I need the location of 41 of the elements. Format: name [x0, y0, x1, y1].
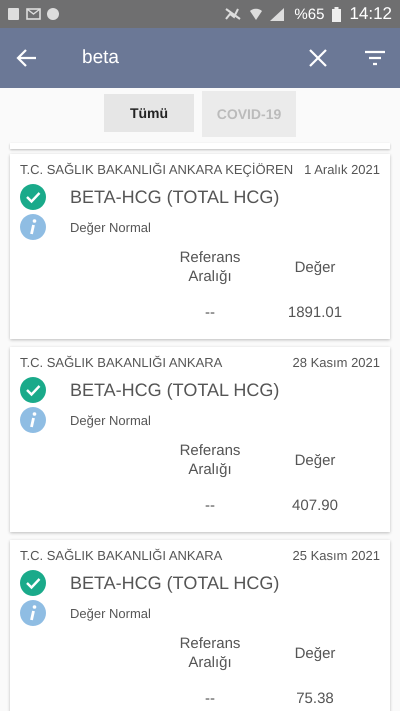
column-header: Değer — [294, 644, 336, 662]
signal-icons — [224, 6, 286, 22]
column-header: Referans Aralığı — [178, 441, 242, 479]
test-name: BETA-HCG (TOTAL HCG) — [70, 380, 280, 400]
filter-tab[interactable]: Tümü — [104, 94, 194, 132]
column-header: Referans Aralığı — [178, 248, 242, 286]
result-value: 1891.01 — [286, 304, 344, 321]
result-card[interactable]: T.C. SAĞLIK BAKANLIĞI ANKARA 28 Kasım 2021 BETA-HCG (TOTAL HCG) Değer Normal Referans Aralığı Değer -- 407.90 — [10, 347, 390, 532]
institution-name: T.C. SAĞLIK BAKANLIĞI ANKARA KEÇİÖREN — [20, 162, 294, 177]
institution-name: T.C. SAĞLIK BAKANLIĞI ANKARA — [20, 548, 222, 563]
column-header: Referans Aralığı — [178, 634, 242, 672]
reference-range: -- — [204, 690, 216, 707]
battery-icon — [332, 6, 342, 22]
reference-range: -- — [204, 304, 216, 321]
column-header: Değer — [294, 258, 336, 276]
institution-name: T.C. SAĞLIK BAKANLIĞI ANKARA — [20, 355, 222, 370]
check-icon — [20, 570, 46, 596]
filter-icon[interactable] — [364, 48, 386, 68]
result-card[interactable]: T.C. SAĞLIK BAKANLIĞI ANKARA KEÇİÖREN 1 Aralık 2021 BETA-HCG (TOTAL HCG) Değer Normal Referans Aralığı Değer -- 1891.01 — [10, 154, 390, 339]
result-status: Değer Normal — [70, 606, 151, 620]
info-icon — [20, 407, 46, 433]
result-status: Değer Normal — [70, 412, 151, 428]
result-value: 407.90 — [291, 497, 339, 514]
result-value: 75.38 — [295, 690, 335, 707]
column-header: Değer — [294, 450, 336, 470]
clock: 14:12 — [349, 4, 392, 24]
result-date: 25 Kasım 2021 — [292, 548, 380, 563]
battery-percent: %65 — [294, 6, 324, 22]
test-name: BETA-HCG (TOTAL HCG) — [70, 186, 280, 208]
info-icon — [20, 214, 46, 240]
test-name: BETA-HCG (TOTAL HCG) — [70, 572, 280, 594]
check-icon — [20, 184, 46, 210]
back-arrow-icon[interactable] — [16, 47, 38, 69]
check-icon — [20, 377, 46, 403]
result-card[interactable]: T.C. SAĞLIK BAKANLIĞI ANKARA 25 Kasım 2021 BETA-HCG (TOTAL HCG) Değer Normal Referans Aralığı Değer -- 75.38 — [10, 540, 390, 711]
result-date: 28 Kasım 2021 — [292, 355, 380, 370]
reference-range: -- — [204, 497, 216, 514]
result-date: 1 Aralık 2021 — [304, 162, 380, 177]
info-icon — [20, 600, 46, 626]
close-icon[interactable] — [308, 48, 328, 68]
result-status: Değer Normal — [70, 220, 151, 234]
